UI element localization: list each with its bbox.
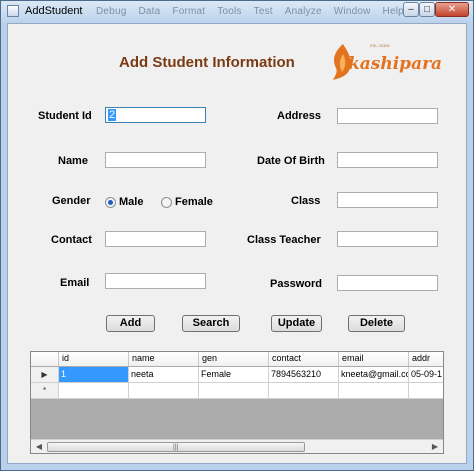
grid-header-row: id name gen contact email addr <box>31 352 443 366</box>
search-button[interactable]: Search <box>182 315 240 332</box>
background-menu-text: Debug Data Format Tools Test Analyze Window Hel… <box>96 6 404 17</box>
grip-icon: ||| <box>173 444 179 451</box>
scrollbar-thumb[interactable]: ||| <box>47 442 305 452</box>
class-field[interactable] <box>337 192 438 208</box>
new-row-asterisk-icon[interactable]: * <box>31 383 59 399</box>
cell-name[interactable] <box>129 383 199 399</box>
dob-label: Date Of Birth <box>257 155 325 167</box>
column-header-addr[interactable]: addr <box>409 352 443 366</box>
add-button[interactable]: Add <box>106 315 155 332</box>
name-field[interactable] <box>105 152 206 168</box>
column-header-id[interactable]: id <box>59 352 129 366</box>
address-label: Address <box>277 110 322 122</box>
minimize-button[interactable]: – <box>403 2 419 17</box>
cell-contact[interactable]: 7894563210 <box>269 367 339 383</box>
contact-label: Contact <box>51 234 92 246</box>
password-label: Password <box>270 278 322 290</box>
cell-id[interactable] <box>59 383 129 399</box>
new-row[interactable]: * <box>31 383 443 399</box>
app-icon <box>7 5 19 17</box>
cell-gen[interactable]: Female <box>199 367 269 383</box>
address-field[interactable] <box>337 108 438 124</box>
grid-corner-header[interactable] <box>31 352 59 366</box>
class-teacher-field[interactable] <box>337 231 438 247</box>
gender-label: Gender <box>52 195 91 207</box>
gender-female-label[interactable]: Female <box>175 196 213 208</box>
password-field[interactable] <box>337 275 438 291</box>
cell-contact[interactable] <box>269 383 339 399</box>
class-teacher-label: Class Teacher <box>247 234 321 246</box>
add-student-window: AddStudent Debug Data Format Tools Test Analy… <box>0 0 474 471</box>
page-title: Add Student Information <box>119 54 295 71</box>
column-header-name[interactable]: name <box>129 352 199 366</box>
cell-email[interactable]: kneeta@gmail.com <box>339 367 409 383</box>
kashipara-logo: ESL 20306 kashipara <box>330 38 442 86</box>
dob-field[interactable] <box>337 152 438 168</box>
delete-button[interactable]: Delete <box>348 315 405 332</box>
name-label: Name <box>58 155 88 167</box>
column-header-email[interactable]: email <box>339 352 409 366</box>
cell-addr[interactable] <box>409 383 443 399</box>
gender-female-radio[interactable] <box>161 197 172 208</box>
student-id-label: Student Id <box>38 110 92 122</box>
email-label: Email <box>60 277 90 289</box>
gender-male-radio[interactable] <box>105 197 116 208</box>
students-data-grid[interactable]: id name gen contact email addr ▶ 1 neeta… <box>30 351 444 454</box>
class-label: Class <box>291 195 321 207</box>
column-header-gen[interactable]: gen <box>199 352 269 366</box>
email-field[interactable] <box>105 273 206 289</box>
title-bar[interactable]: AddStudent Debug Data Format Tools Test Analy… <box>1 1 473 23</box>
row-selector-arrow-icon[interactable]: ▶ <box>31 367 59 383</box>
cell-addr[interactable]: 05-09-1 <box>409 367 443 383</box>
scroll-left-icon[interactable]: ◀ <box>32 441 46 453</box>
contact-field[interactable] <box>105 231 206 247</box>
form-client-area: Add Student Information ESL 20306 kaship… <box>7 23 467 464</box>
cell-id[interactable]: 1 <box>59 367 129 383</box>
update-button[interactable]: Update <box>271 315 322 332</box>
table-row[interactable]: ▶ 1 neeta Female 7894563210 kneeta@gmail… <box>31 367 443 383</box>
horizontal-scrollbar[interactable]: ◀ ||| ▶ <box>31 439 443 453</box>
gender-male-label[interactable]: Male <box>119 196 143 208</box>
close-button[interactable]: ✕ <box>435 2 469 17</box>
cell-email[interactable] <box>339 383 409 399</box>
cell-gen[interactable] <box>199 383 269 399</box>
window-title: AddStudent <box>25 5 83 17</box>
cell-name[interactable]: neeta <box>129 367 199 383</box>
column-header-contact[interactable]: contact <box>269 352 339 366</box>
scroll-right-icon[interactable]: ▶ <box>428 441 442 453</box>
maximize-button[interactable]: □ <box>419 2 435 17</box>
student-id-field[interactable]: 2 <box>105 107 206 123</box>
